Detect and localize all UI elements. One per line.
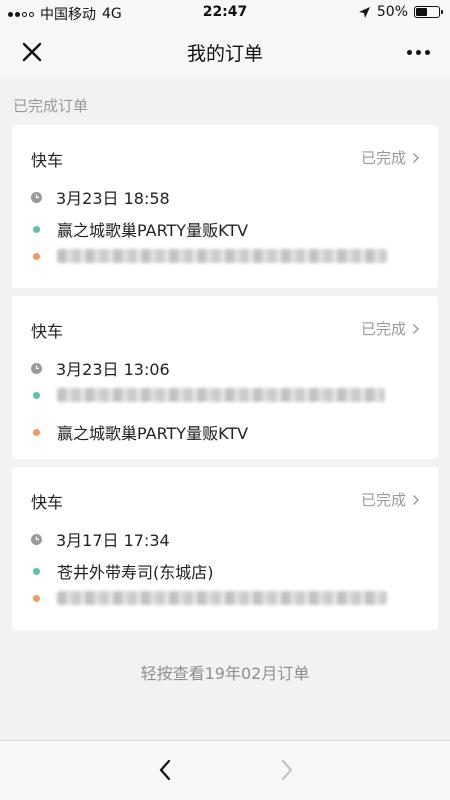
order-card[interactable]: 快车 已完成 3月23日 18:58 赢之城歌巢PARTY量贩KTV — [12, 125, 438, 288]
start-dot-icon — [33, 567, 40, 575]
view-previous-month-link[interactable]: 轻按查看19年02月订单 — [0, 660, 450, 684]
order-status-label: 已完成 — [360, 149, 406, 167]
order-status[interactable]: 已完成 — [361, 489, 420, 510]
order-status[interactable]: 已完成 — [361, 318, 420, 339]
clock-icon — [31, 533, 42, 545]
order-time: 3月17日 17:34 — [56, 531, 170, 550]
more-dot — [424, 49, 430, 55]
order-card[interactable]: 快车 已完成 3月23日 13:06 赢之城歌巢PARTY量贩KTV — [12, 296, 438, 459]
order-start-row: 赢之城歌巢PARTY量贩KTV — [31, 217, 248, 241]
order-type: 快车 — [31, 151, 64, 170]
order-time-row: 3月23日 13:06 — [31, 356, 170, 380]
order-start-row: 苍井外带寿司(东城店) — [31, 559, 214, 583]
clock-icon — [31, 362, 42, 374]
order-time-row: 3月23日 18:58 — [31, 185, 170, 209]
page-title: 我的订单 — [186, 43, 263, 65]
order-type: 快车 — [31, 493, 64, 512]
order-time-row: 3月17日 17:34 — [31, 527, 170, 551]
section-title: 已完成订单 — [13, 97, 89, 115]
order-time: 3月23日 18:58 — [56, 189, 170, 208]
order-end-row — [31, 591, 387, 605]
end-dot-icon — [33, 594, 40, 602]
nav-bar: 我的订单 — [0, 26, 450, 76]
more-button[interactable] — [402, 38, 434, 66]
order-status-label: 已完成 — [360, 320, 406, 338]
more-dot — [415, 49, 421, 55]
order-type: 快车 — [31, 322, 64, 341]
chevron-right-icon — [413, 323, 419, 334]
back-button[interactable] — [152, 756, 180, 784]
redacted-address — [57, 388, 385, 402]
chevron-right-icon — [281, 759, 293, 781]
battery-percent: 50% — [376, 4, 408, 20]
clock-icon — [31, 191, 42, 203]
order-end-row — [31, 249, 387, 263]
order-status[interactable]: 已完成 — [361, 147, 420, 168]
chevron-right-icon — [413, 494, 419, 505]
order-end-row: 赢之城歌巢PARTY量贩KTV — [31, 420, 248, 444]
forward-button[interactable] — [272, 756, 300, 784]
order-time: 3月23日 13:06 — [56, 360, 170, 379]
redacted-address — [57, 249, 387, 263]
end-dot-icon — [33, 428, 40, 436]
more-dot — [406, 49, 412, 55]
chevron-left-icon — [159, 759, 171, 781]
start-dot-icon — [33, 391, 40, 399]
order-start: 赢之城歌巢PARTY量贩KTV — [57, 221, 249, 240]
order-card[interactable]: 快车 已完成 3月17日 17:34 苍井外带寿司(东城店) — [12, 467, 438, 630]
order-status-label: 已完成 — [360, 491, 406, 509]
chevron-right-icon — [413, 152, 419, 163]
order-end: 赢之城歌巢PARTY量贩KTV — [57, 424, 249, 443]
status-bar: 中国移动 4G 22:47 50% — [0, 0, 450, 26]
redacted-address — [57, 591, 387, 605]
battery-icon — [414, 6, 443, 18]
order-start: 苍井外带寿司(东城店) — [57, 563, 214, 582]
order-start-row — [31, 388, 385, 402]
location-arrow-icon — [358, 6, 370, 18]
start-dot-icon — [33, 225, 40, 233]
bottom-toolbar — [0, 740, 450, 800]
end-dot-icon — [33, 252, 40, 260]
